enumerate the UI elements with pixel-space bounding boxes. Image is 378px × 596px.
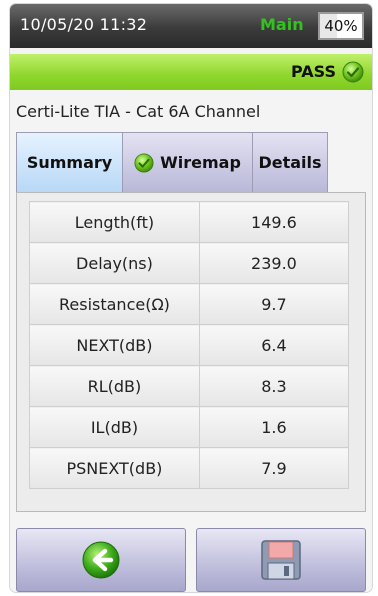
row-value: 1.6 <box>198 406 350 448</box>
summary-panel: Length(ft) 149.6 Delay(ns) 239.0 Resista… <box>16 192 366 512</box>
tab-wiremap-label: Wiremap <box>160 153 241 172</box>
table-row: Length(ft) 149.6 <box>29 201 350 243</box>
tab-summary[interactable]: Summary <box>16 132 123 192</box>
row-value: 6.4 <box>198 324 350 366</box>
tab-wiremap[interactable]: Wiremap <box>122 132 253 192</box>
row-value: 8.3 <box>198 365 350 407</box>
row-value: 149.6 <box>198 201 350 243</box>
table-row: IL(dB) 1.6 <box>29 406 350 448</box>
row-name: Resistance(Ω) <box>29 283 200 325</box>
tab-details[interactable]: Details <box>252 132 328 192</box>
row-name: RL(dB) <box>29 365 200 407</box>
pass-check-icon <box>134 152 154 173</box>
row-name: PSNEXT(dB) <box>29 447 200 489</box>
battery-indicator: 40% <box>318 12 364 40</box>
back-arrow-icon <box>82 541 120 579</box>
result-label: PASS <box>291 62 336 81</box>
battery-label: 40% <box>324 17 358 35</box>
row-value: 7.9 <box>198 447 350 489</box>
row-name: Length(ft) <box>29 201 200 243</box>
tab-details-label: Details <box>258 153 322 172</box>
row-value: 239.0 <box>198 242 350 284</box>
back-button[interactable] <box>16 528 186 592</box>
status-datetime: 10/05/20 11:32 <box>20 15 148 34</box>
pass-check-icon <box>342 61 364 83</box>
row-name: Delay(ns) <box>29 242 200 284</box>
table-row: Delay(ns) 239.0 <box>29 242 350 284</box>
device-screen: 10/05/20 11:32 Main 40% PASS Certi-Lite … <box>10 4 372 592</box>
status-mode: Main <box>260 15 304 34</box>
table-row: RL(dB) 8.3 <box>29 365 350 407</box>
save-button[interactable] <box>196 528 366 592</box>
table-row: NEXT(dB) 6.4 <box>29 324 350 366</box>
row-value: 9.7 <box>198 283 350 325</box>
table-row: Resistance(Ω) 9.7 <box>29 283 350 325</box>
tab-summary-label: Summary <box>26 153 113 172</box>
test-title: Certi-Lite TIA - Cat 6A Channel <box>16 102 261 121</box>
table-row: PSNEXT(dB) 7.9 <box>29 447 350 489</box>
save-disk-icon <box>261 540 301 580</box>
status-bar: 10/05/20 11:32 Main 40% <box>10 4 372 48</box>
tab-bar: Summary Wiremap Details <box>16 132 328 194</box>
row-name: NEXT(dB) <box>29 324 200 366</box>
results-table: Length(ft) 149.6 Delay(ns) 239.0 Resista… <box>29 201 350 489</box>
row-name: IL(dB) <box>29 406 200 448</box>
result-bar: PASS <box>10 54 372 90</box>
